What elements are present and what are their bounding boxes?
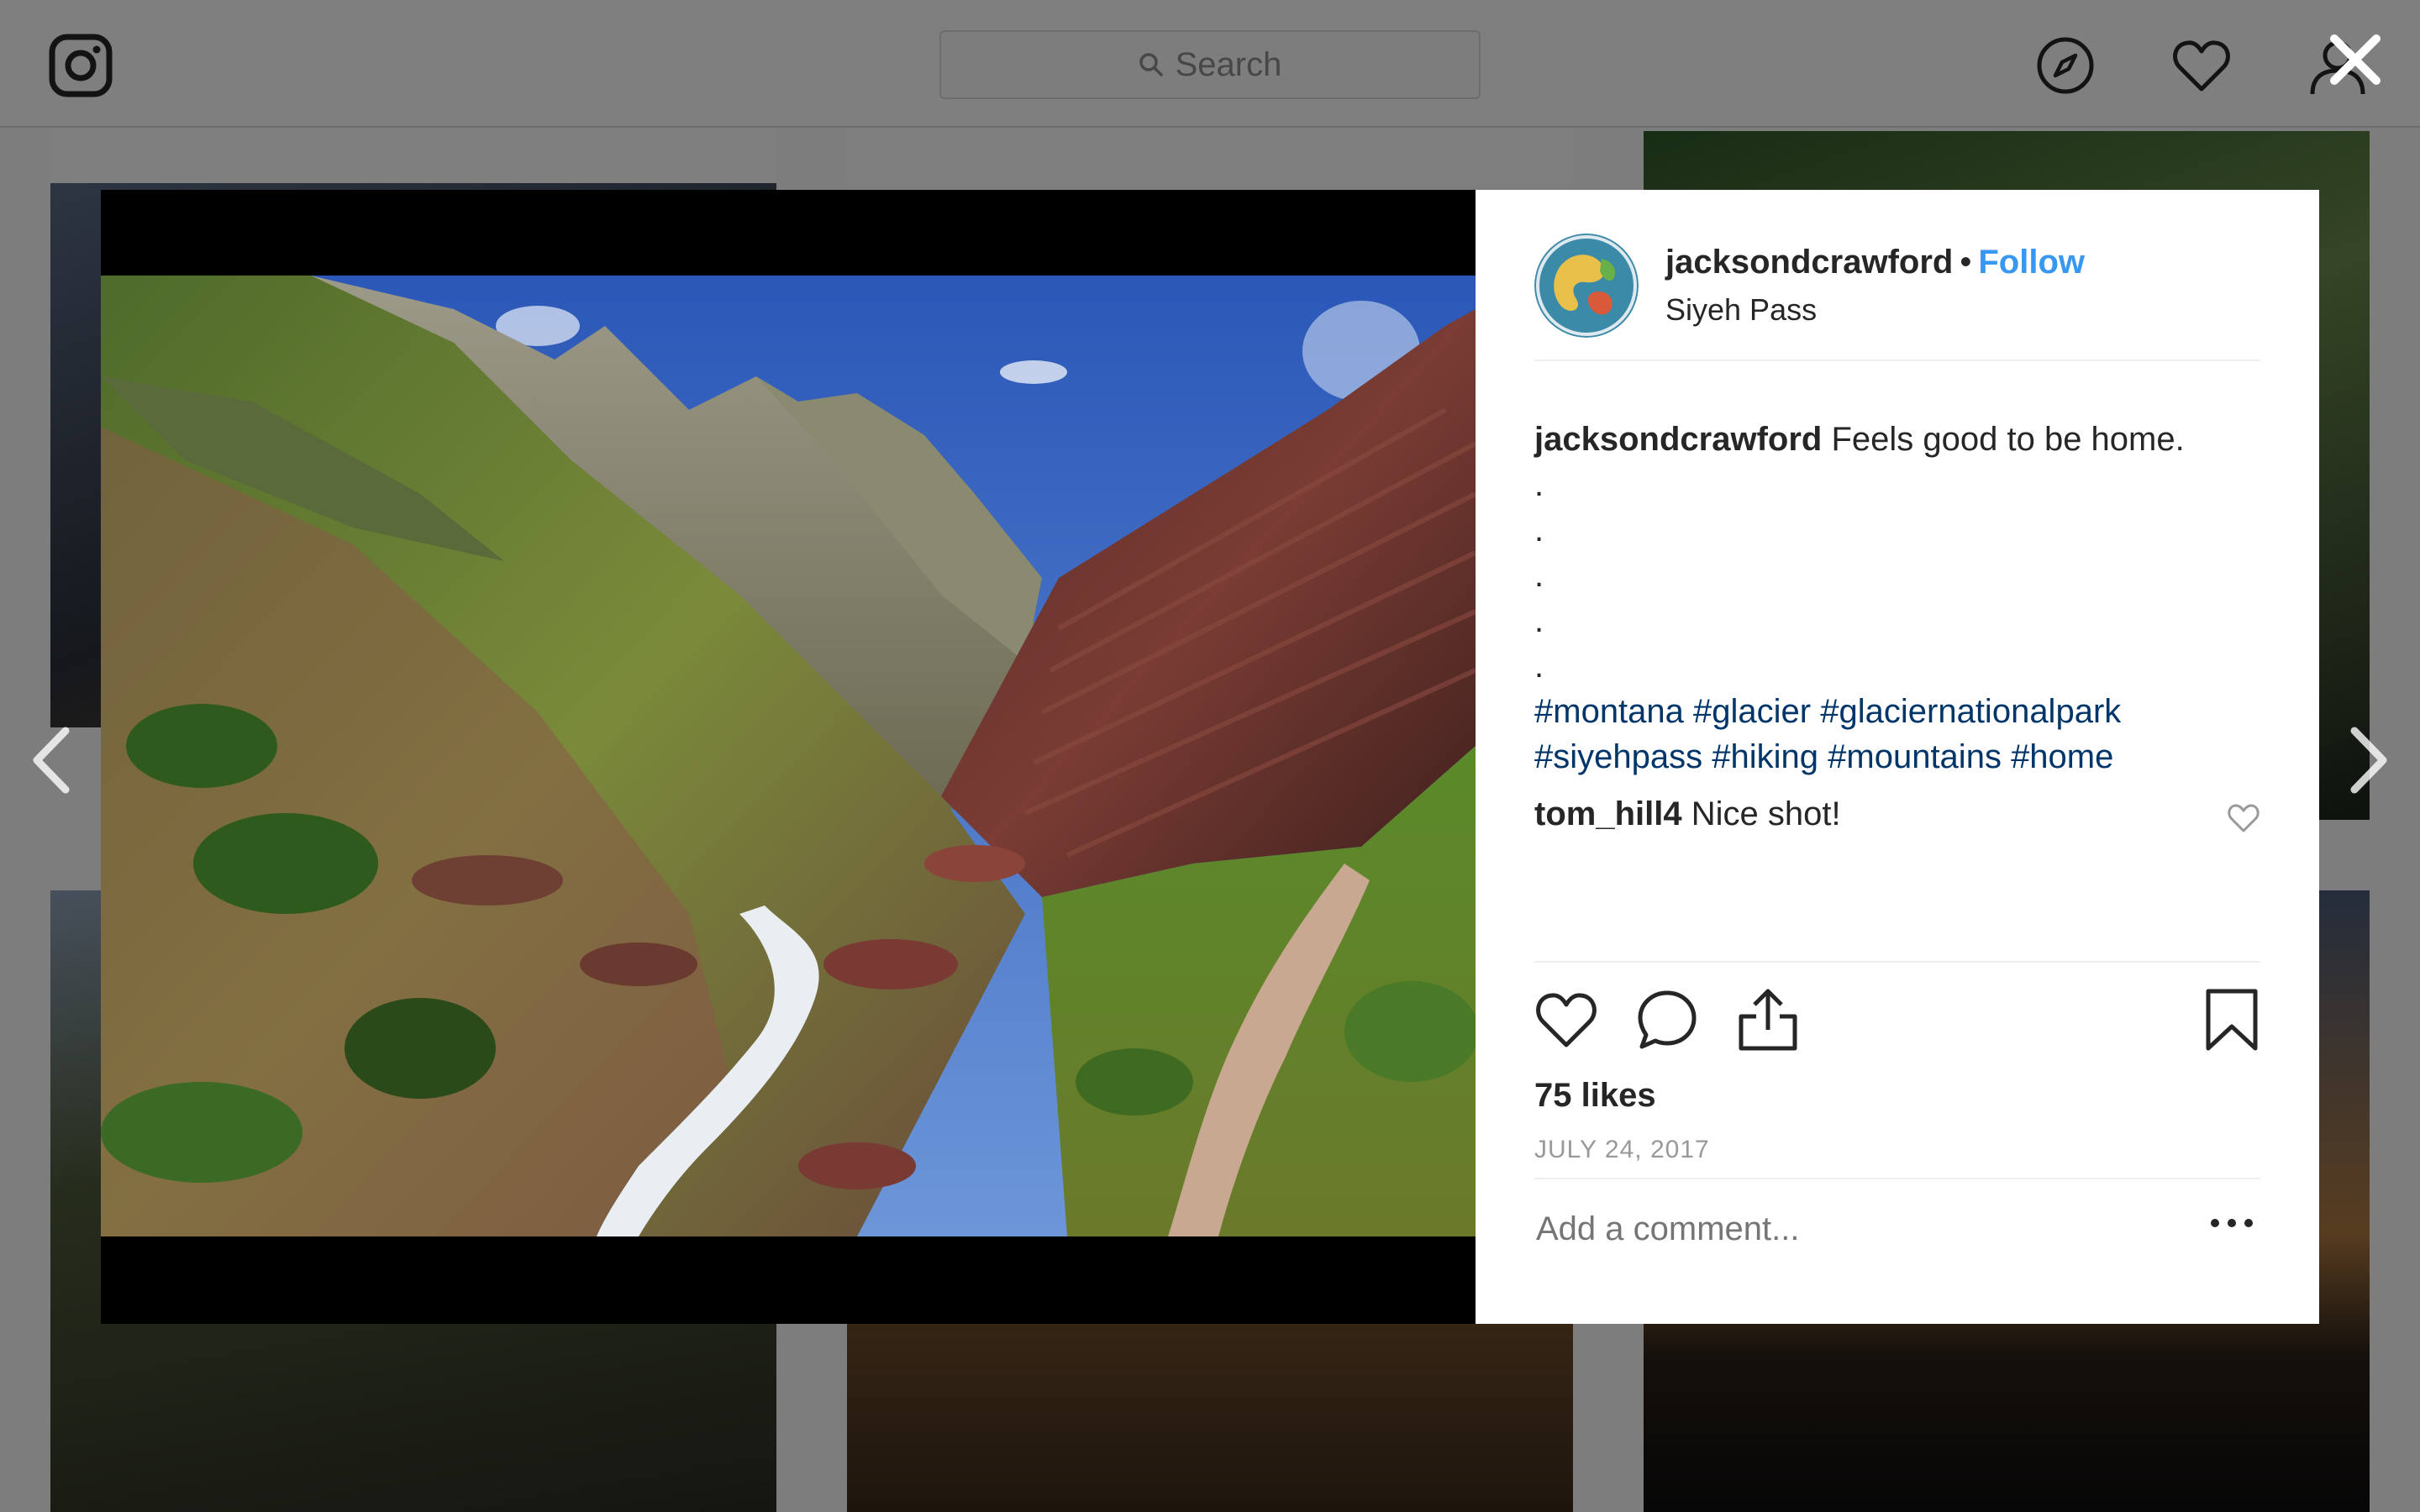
share-icon[interactable] <box>1736 988 1800 1052</box>
bookmark-icon[interactable] <box>2200 988 2264 1052</box>
hashtag-link[interactable]: #glacier <box>1693 693 1811 730</box>
caption-dot: . <box>1534 602 1544 639</box>
comment-like-heart-icon[interactable] <box>2227 801 2260 835</box>
comment-text: Nice shot! <box>1691 795 1841 832</box>
post-modal: jacksondcrawford • Follow Siyeh Pass jacks… <box>101 190 2319 1324</box>
caption-text: Feels good to be home. <box>1831 421 2185 458</box>
follow-button[interactable]: Follow <box>1978 244 2085 281</box>
caption-dot: . <box>1534 648 1544 685</box>
close-icon[interactable] <box>2326 30 2385 89</box>
separator-dot: • <box>1960 244 1972 281</box>
comment-item: tom_hill4 Nice shot! <box>1534 791 2260 837</box>
divider <box>1534 1178 2260 1179</box>
post-photo <box>101 276 1476 1236</box>
post-details-panel: jacksondcrawford • Follow Siyeh Pass jacks… <box>1476 190 2319 1324</box>
hashtag-link[interactable]: #hiking <box>1712 738 1818 775</box>
post-location[interactable]: Siyeh Pass <box>1665 292 1817 328</box>
caption-dot: . <box>1534 466 1544 503</box>
post-date: JULY 24, 2017 <box>1534 1136 1710 1163</box>
username-row: jacksondcrawford • Follow <box>1665 244 2085 281</box>
hashtag-link[interactable]: #montana <box>1534 693 1684 730</box>
comment-bubble-icon[interactable] <box>1635 988 1699 1052</box>
comment-username[interactable]: tom_hill4 <box>1534 795 1682 832</box>
caption-dot: . <box>1534 557 1544 594</box>
likes-count[interactable]: 75 likes <box>1534 1077 1656 1115</box>
hashtag-link[interactable]: #home <box>2011 738 2113 775</box>
post-header: jacksondcrawford • Follow Siyeh Pass <box>1534 234 2260 361</box>
post-actions: 75 likes JULY 24, 2017 <box>1534 961 2260 1383</box>
hashtag-link[interactable]: #siyehpass <box>1534 738 1702 775</box>
comments-section: jacksondcrawford Feels good to be home. … <box>1534 417 2260 837</box>
caption-dot: . <box>1534 512 1544 549</box>
more-options-icon[interactable] <box>2207 1206 2257 1240</box>
caption: jacksondcrawford Feels good to be home. <box>1534 417 2260 462</box>
add-comment-input[interactable] <box>1534 1210 2176 1249</box>
like-heart-icon[interactable] <box>1534 988 1598 1052</box>
post-media[interactable] <box>101 190 1476 1324</box>
hashtags-line: #siyehpass #hiking #mountains #home <box>1534 734 2260 780</box>
hashtag-link[interactable]: #mountains <box>1828 738 2002 775</box>
avatar[interactable] <box>1534 234 1639 338</box>
post-username[interactable]: jacksondcrawford <box>1665 244 1953 281</box>
caption-username[interactable]: jacksondcrawford <box>1534 421 1822 458</box>
hashtag-link[interactable]: #glaciernationalpark <box>1820 693 2121 730</box>
hashtags-line: #montana #glacier #glaciernationalpark <box>1534 689 2260 734</box>
chevron-right-icon[interactable] <box>2344 722 2395 798</box>
chevron-left-icon[interactable] <box>25 722 76 798</box>
